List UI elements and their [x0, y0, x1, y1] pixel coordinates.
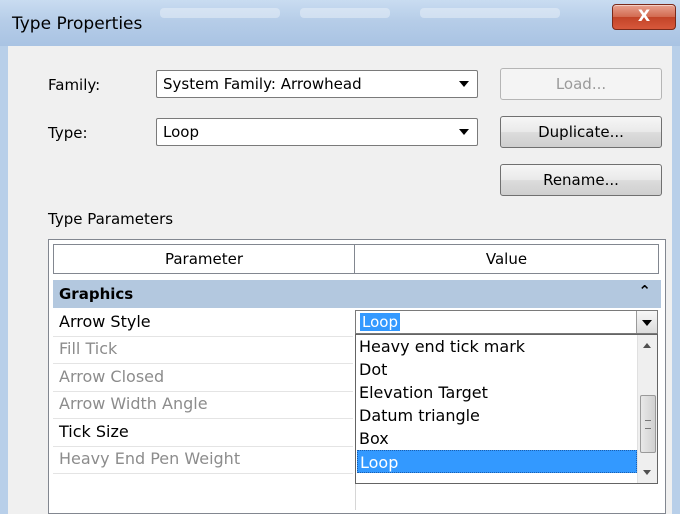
- scrollbar-thumb[interactable]: [640, 395, 656, 453]
- type-parameters-label: Type Parameters: [48, 210, 174, 228]
- row-divider: [53, 473, 353, 474]
- title-bar-glass: [160, 8, 280, 18]
- family-combobox[interactable]: System Family: Arrowhead: [156, 70, 478, 98]
- scroll-down-icon[interactable]: [643, 470, 651, 475]
- window-title: Type Properties: [12, 14, 143, 34]
- arrow-style-dropdown[interactable]: Loop: [355, 310, 658, 334]
- type-combobox[interactable]: Loop: [156, 118, 478, 146]
- scroll-up-icon[interactable]: [643, 343, 651, 348]
- column-header-value[interactable]: Value: [354, 244, 659, 274]
- row-divider: [53, 363, 353, 364]
- title-bar: Type Properties X: [0, 0, 680, 47]
- title-bar-glass: [300, 8, 390, 18]
- collapse-icon[interactable]: ⌃: [638, 282, 651, 300]
- load-button[interactable]: Load...: [500, 68, 662, 100]
- chevron-down-icon: [642, 320, 652, 326]
- param-heavy-end-pen-weight: Heavy End Pen Weight: [59, 449, 241, 468]
- options-scrollbar[interactable]: [637, 335, 657, 483]
- type-value: Loop: [163, 123, 199, 141]
- row-divider: [53, 418, 353, 419]
- window-frame-right: [672, 46, 680, 514]
- row-divider: [53, 336, 353, 337]
- option-elevation-target[interactable]: Elevation Target: [357, 381, 637, 404]
- arrow-style-selected-value[interactable]: Loop: [360, 313, 400, 331]
- option-dot[interactable]: Dot: [357, 358, 637, 381]
- param-arrow-style[interactable]: Arrow Style: [59, 312, 151, 331]
- param-arrow-closed: Arrow Closed: [59, 367, 165, 386]
- grip-icon: [645, 420, 651, 429]
- rename-button[interactable]: Rename...: [500, 164, 662, 196]
- family-label: Family:: [48, 76, 101, 94]
- close-button[interactable]: X: [612, 4, 676, 30]
- row-divider: [53, 391, 353, 392]
- title-bar-glass: [420, 8, 560, 18]
- param-tick-size[interactable]: Tick Size: [59, 422, 129, 441]
- param-fill-tick: Fill Tick: [59, 339, 118, 358]
- option-heavy-end-tick-mark[interactable]: Heavy end tick mark: [357, 335, 637, 358]
- column-header-parameter[interactable]: Parameter: [53, 244, 355, 274]
- chevron-down-icon: [459, 81, 469, 87]
- chevron-down-icon: [459, 129, 469, 135]
- option-datum-triangle[interactable]: Datum triangle: [357, 404, 637, 427]
- row-divider: [53, 446, 353, 447]
- option-loop[interactable]: Loop: [357, 450, 637, 473]
- dropdown-button[interactable]: [636, 311, 657, 333]
- group-header-graphics[interactable]: Graphics ⌃: [53, 280, 661, 308]
- type-label: Type:: [48, 124, 88, 142]
- param-arrow-width-angle: Arrow Width Angle: [59, 394, 208, 413]
- window-frame-left: [0, 46, 8, 514]
- type-parameters-table: Parameter Value Graphics ⌃ Arrow Style F…: [48, 239, 666, 514]
- family-value: System Family: Arrowhead: [163, 75, 362, 93]
- group-title: Graphics: [59, 285, 134, 303]
- dialog-body: Family: System Family: Arrowhead Load...…: [8, 46, 672, 514]
- option-box[interactable]: Box: [357, 427, 637, 450]
- duplicate-button[interactable]: Duplicate...: [500, 116, 662, 148]
- arrow-style-options-list[interactable]: Heavy end tick mark Dot Elevation Target…: [355, 334, 658, 484]
